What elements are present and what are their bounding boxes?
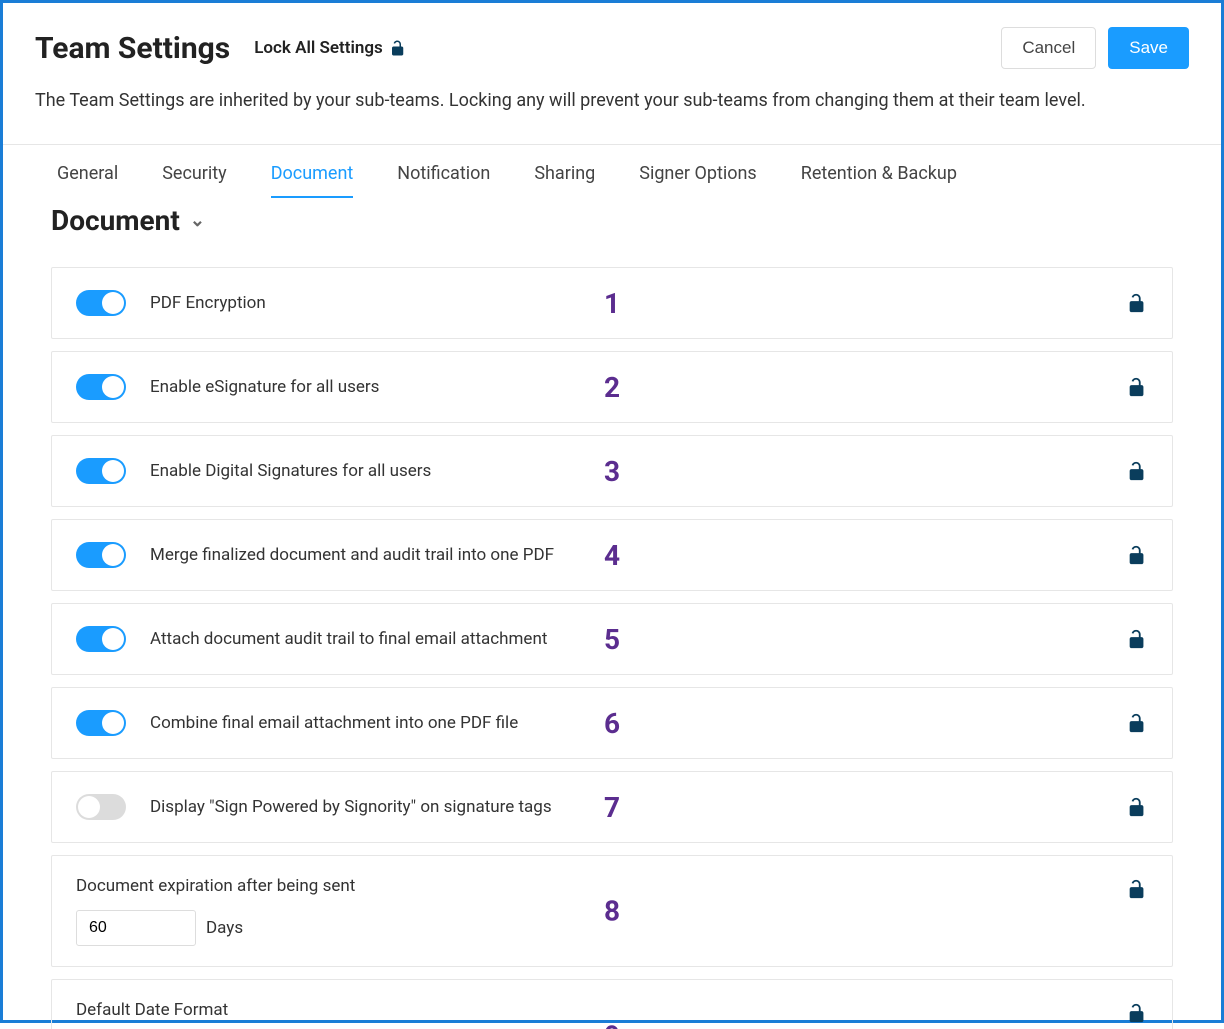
tab-security[interactable]: Security: [162, 163, 226, 198]
toggle-pdf-encryption[interactable]: [76, 290, 126, 316]
annotation-marker-3: 3: [604, 455, 620, 488]
cancel-button[interactable]: Cancel: [1001, 27, 1096, 69]
tab-sharing[interactable]: Sharing: [534, 163, 595, 198]
unlock-icon[interactable]: [1126, 544, 1148, 566]
setting-display-sign-powered: Display "Sign Powered by Signority" on s…: [51, 771, 1173, 843]
setting-enable-digital-signatures: Enable Digital Signatures for all users …: [51, 435, 1173, 507]
unlock-icon[interactable]: [1126, 628, 1148, 650]
save-button[interactable]: Save: [1108, 27, 1189, 69]
expiration-days-input[interactable]: [76, 910, 196, 946]
tabs: General Security Document Notification S…: [3, 145, 1221, 198]
setting-label: Enable Digital Signatures for all users: [150, 461, 431, 481]
page-title: Team Settings: [35, 31, 230, 66]
unlock-icon[interactable]: [1126, 460, 1148, 482]
setting-label: Combine final email attachment into one …: [150, 713, 518, 733]
tab-signer-options[interactable]: Signer Options: [639, 163, 756, 198]
setting-attach-audit-trail: Attach document audit trail to final ema…: [51, 603, 1173, 675]
toggle-combine-final-email[interactable]: [76, 710, 126, 736]
setting-label: Merge finalized document and audit trail…: [150, 545, 554, 565]
tab-notification[interactable]: Notification: [397, 163, 490, 198]
section-heading-label: Document: [51, 204, 180, 237]
setting-pdf-encryption: PDF Encryption 1: [51, 267, 1173, 339]
setting-label: Default Date Format: [76, 1000, 228, 1020]
setting-label: Attach document audit trail to final ema…: [150, 629, 547, 649]
tab-document[interactable]: Document: [271, 163, 354, 198]
setting-label: Document expiration after being sent: [76, 876, 355, 896]
annotation-marker-5: 5: [604, 623, 620, 656]
setting-document-expiration: Document expiration after being sent Day…: [51, 855, 1173, 967]
setting-combine-final-email: Combine final email attachment into one …: [51, 687, 1173, 759]
setting-label: PDF Encryption: [150, 293, 266, 313]
annotation-marker-6: 6: [604, 707, 620, 740]
toggle-merge-finalized[interactable]: [76, 542, 126, 568]
annotation-marker-4: 4: [604, 539, 620, 572]
unlock-icon[interactable]: [1126, 376, 1148, 398]
unlock-icon[interactable]: [1126, 712, 1148, 734]
setting-label: Enable eSignature for all users: [150, 377, 379, 397]
toggle-enable-digital-signatures[interactable]: [76, 458, 126, 484]
unlock-icon: [389, 39, 407, 57]
setting-merge-finalized: Merge finalized document and audit trail…: [51, 519, 1173, 591]
section-heading-toggle[interactable]: Document ⌄: [3, 198, 1221, 249]
toggle-display-sign-powered[interactable]: [76, 794, 126, 820]
lock-all-label: Lock All Settings: [254, 38, 383, 58]
expiration-days-suffix: Days: [206, 918, 243, 938]
lock-all-settings-button[interactable]: Lock All Settings: [254, 38, 407, 58]
tab-retention-backup[interactable]: Retention & Backup: [801, 163, 957, 198]
settings-scroll-area[interactable]: PDF Encryption 1 Enable eSignature for a…: [3, 249, 1221, 1029]
annotation-marker-1: 1: [604, 287, 620, 320]
annotation-marker-9: 9: [604, 1019, 620, 1029]
toggle-attach-audit-trail[interactable]: [76, 626, 126, 652]
tab-general[interactable]: General: [57, 163, 118, 198]
setting-label: Display "Sign Powered by Signority" on s…: [150, 797, 552, 817]
annotation-marker-7: 7: [604, 791, 620, 824]
chevron-down-icon: ⌄: [190, 210, 205, 231]
unlock-icon[interactable]: [1126, 292, 1148, 314]
setting-enable-esignature: Enable eSignature for all users 2: [51, 351, 1173, 423]
toggle-enable-esignature[interactable]: [76, 374, 126, 400]
unlock-icon[interactable]: [1126, 1002, 1148, 1024]
annotation-marker-8: 8: [604, 895, 620, 928]
unlock-icon[interactable]: [1126, 878, 1148, 900]
setting-default-date-format: Default Date Format MMMM DD, YYYY ▾ 9: [51, 979, 1173, 1029]
annotation-marker-2: 2: [604, 371, 620, 404]
unlock-icon[interactable]: [1126, 796, 1148, 818]
page-subtitle: The Team Settings are inherited by your …: [35, 87, 1189, 114]
